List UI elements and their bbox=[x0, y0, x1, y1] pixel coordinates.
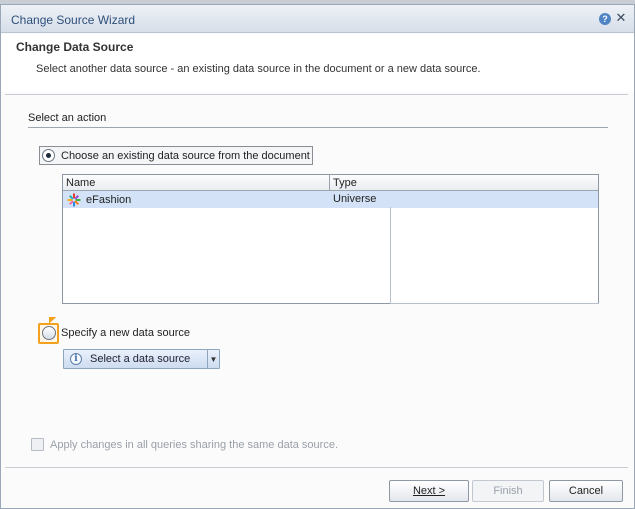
finish-button[interactable]: Finish bbox=[472, 480, 544, 502]
dropdown-label: Select a data source bbox=[90, 353, 191, 365]
page-description: Select another data source - an existing… bbox=[36, 63, 481, 75]
title-bar: Change Source Wizard ? ✕ bbox=[1, 5, 634, 33]
radio-selected[interactable] bbox=[42, 149, 55, 162]
next-button-label: Next > bbox=[412, 485, 446, 497]
table-row[interactable]: eFashion Universe bbox=[63, 191, 598, 208]
existing-source-radio[interactable]: Choose an existing data source from the … bbox=[39, 146, 313, 165]
source-name: eFashion bbox=[86, 194, 132, 206]
focus-flag-icon bbox=[49, 316, 57, 324]
section-divider bbox=[28, 127, 608, 128]
focus-ring[interactable] bbox=[38, 316, 59, 344]
info-icon: i bbox=[70, 353, 82, 365]
checkbox[interactable] bbox=[31, 438, 44, 451]
cell-name: eFashion bbox=[67, 193, 131, 207]
cell-type: Universe bbox=[333, 193, 377, 205]
window-title: Change Source Wizard bbox=[11, 13, 136, 27]
universe-icon bbox=[67, 193, 81, 207]
next-button[interactable]: Next > bbox=[389, 480, 469, 502]
help-icon[interactable]: ? bbox=[599, 13, 611, 25]
page-title: Change Data Source bbox=[16, 40, 134, 54]
chevron-down-icon[interactable]: ▼ bbox=[207, 350, 219, 368]
column-header-type[interactable]: Type bbox=[330, 175, 598, 191]
new-source-radio[interactable]: Specify a new data source bbox=[38, 316, 191, 344]
close-icon[interactable]: ✕ bbox=[615, 11, 627, 25]
change-source-wizard-dialog: Change Source Wizard ? ✕ Change Data Sou… bbox=[0, 4, 635, 509]
column-header-name[interactable]: Name bbox=[63, 175, 330, 191]
new-source-label: Specify a new data source bbox=[61, 327, 191, 339]
existing-source-label: Choose an existing data source from the … bbox=[61, 149, 310, 162]
apply-all-queries-label: Apply changes in all queries sharing the… bbox=[50, 438, 339, 451]
data-source-table: Name Type eFashion Universe bbox=[62, 174, 599, 304]
apply-all-queries-checkbox[interactable]: Apply changes in all queries sharing the… bbox=[31, 438, 338, 451]
table-grid-lines bbox=[390, 207, 599, 304]
footer-divider bbox=[5, 467, 628, 468]
radio-unselected[interactable] bbox=[41, 326, 56, 340]
select-data-source-dropdown[interactable]: i Select a data source ▼ bbox=[63, 349, 220, 369]
header-divider bbox=[5, 94, 628, 95]
wizard-header: Change Data Source Select another data s… bbox=[1, 34, 634, 92]
cancel-button[interactable]: Cancel bbox=[549, 480, 623, 502]
section-label: Select an action bbox=[28, 112, 107, 124]
